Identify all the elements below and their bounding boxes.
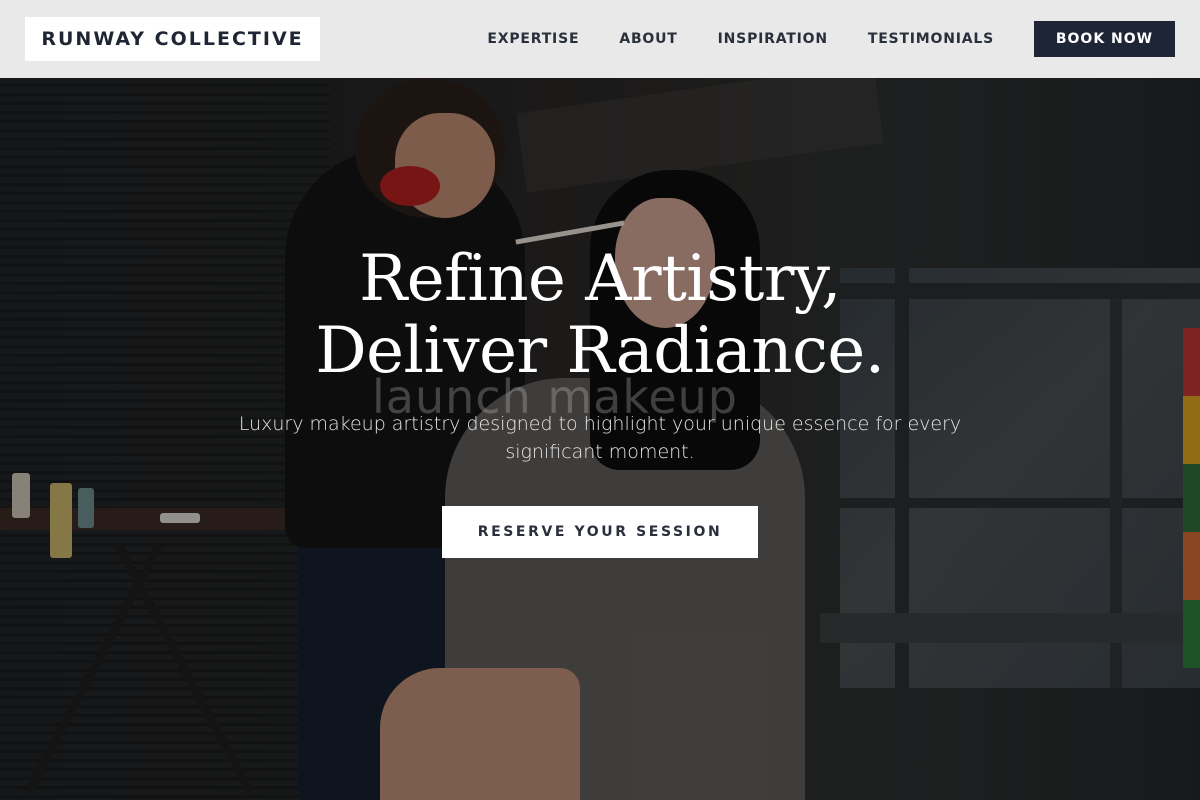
book-now-button[interactable]: BOOK NOW [1034, 21, 1175, 57]
main-nav: EXPERTISE ABOUT INSPIRATION TESTIMONIALS [487, 31, 994, 47]
site-header: RUNWAY COLLECTIVE EXPERTISE ABOUT INSPIR… [0, 0, 1200, 78]
hero-subtext: Luxury makeup artistry designed to highl… [238, 413, 962, 463]
nav-link-inspiration[interactable]: INSPIRATION [718, 31, 828, 47]
brand-logo[interactable]: RUNWAY COLLECTIVE [25, 17, 320, 61]
hero-headline-line2: Deliver Radiance. [315, 314, 885, 388]
reserve-session-button[interactable]: RESERVE YOUR SESSION [442, 506, 758, 558]
hero-headline: Refine Artistry, Deliver Radiance. [0, 243, 1200, 387]
nav-link-expertise[interactable]: EXPERTISE [487, 31, 579, 47]
nav-link-testimonials[interactable]: TESTIMONIALS [868, 31, 994, 47]
hero-headline-line1: Refine Artistry, [359, 242, 841, 316]
nav-link-about[interactable]: ABOUT [619, 31, 677, 47]
